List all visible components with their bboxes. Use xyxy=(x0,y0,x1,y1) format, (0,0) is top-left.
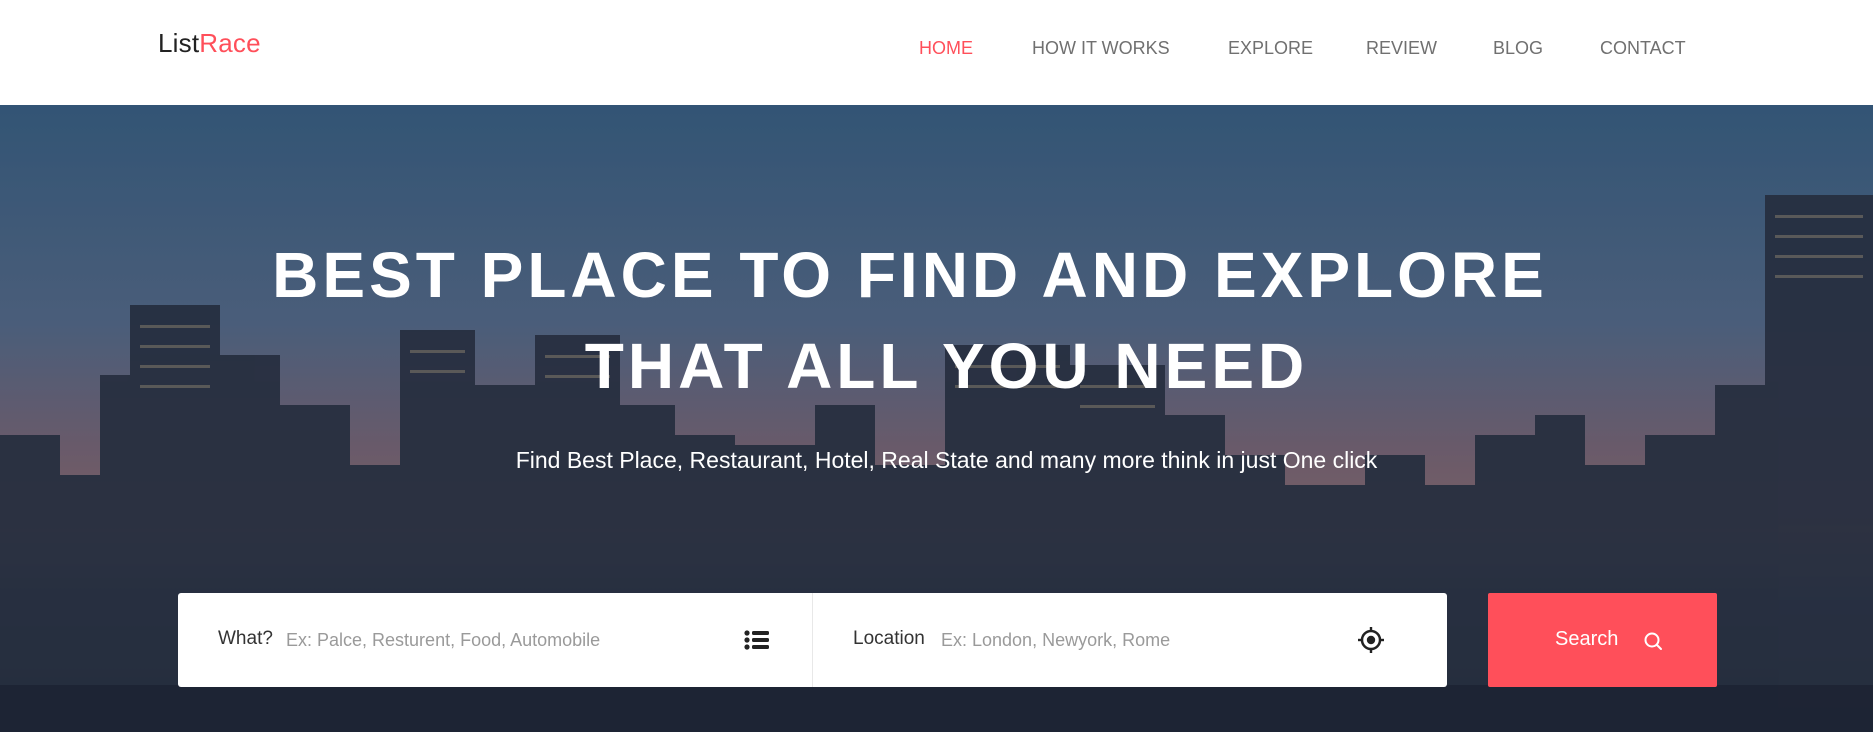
nav-item-explore[interactable]: EXPLORE xyxy=(1228,38,1313,59)
what-label: What? xyxy=(218,628,273,649)
hero-section: BEST PLACE TO FIND AND EXPLORE THAT ALL … xyxy=(0,105,1873,732)
search-icon xyxy=(1644,632,1662,650)
search-button-label: Search xyxy=(1555,628,1619,650)
what-input[interactable] xyxy=(286,623,716,657)
main-nav: HOME HOW IT WORKS EXPLORE REVIEW BLOG CO… xyxy=(0,38,1873,62)
nav-item-home[interactable]: HOME xyxy=(919,38,973,59)
list-icon[interactable] xyxy=(743,626,771,654)
location-input[interactable] xyxy=(941,623,1361,657)
nav-item-how-it-works[interactable]: HOW IT WORKS xyxy=(1032,38,1170,59)
search-form: What? Location xyxy=(178,593,1447,687)
nav-item-contact[interactable]: CONTACT xyxy=(1600,38,1686,59)
nav-item-review[interactable]: REVIEW xyxy=(1366,38,1437,59)
search-button[interactable]: Search xyxy=(1488,593,1717,687)
location-label: Location xyxy=(853,628,925,649)
hero-title-line2: THAT ALL YOU NEED xyxy=(584,330,1309,402)
what-search-segment: What? xyxy=(178,593,813,687)
crosshair-icon[interactable] xyxy=(1357,626,1385,654)
nav-item-blog[interactable]: BLOG xyxy=(1493,38,1543,59)
location-search-segment: Location xyxy=(813,593,1447,687)
site-header: ListRace HOME HOW IT WORKS EXPLORE REVIE… xyxy=(0,0,1873,105)
hero-subtitle: Find Best Place, Restaurant, Hotel, Real… xyxy=(515,447,1378,473)
hero-title-line1: BEST PLACE TO FIND AND EXPLORE xyxy=(272,239,1548,311)
